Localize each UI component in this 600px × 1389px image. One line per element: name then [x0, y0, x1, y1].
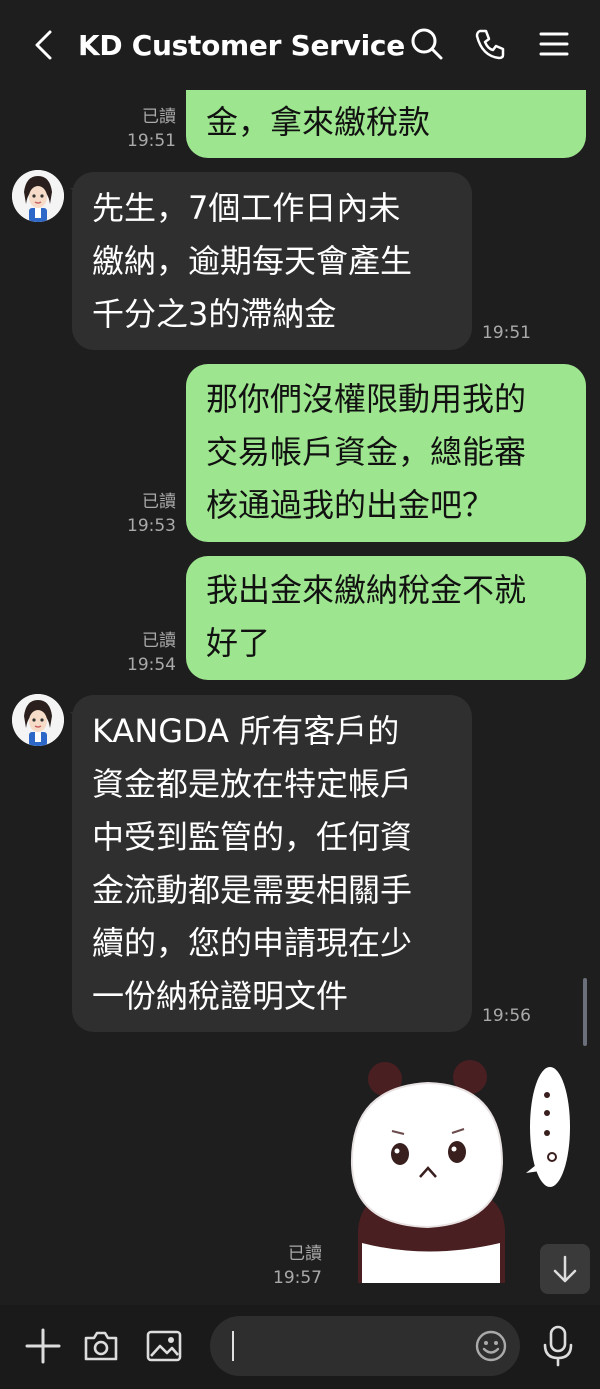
back-arrow-icon	[35, 30, 52, 60]
message-bubble-outgoing[interactable]: 那你們沒權限動用我的 交易帳戶資金，總能審 核通過我的出金吧？	[186, 364, 586, 542]
phone-icon	[475, 29, 505, 60]
message-time: 19:57	[273, 1268, 322, 1288]
read-receipt: 已讀	[142, 107, 176, 127]
search-icon	[411, 28, 443, 60]
avatar-icon	[12, 694, 64, 746]
read-receipt: 已讀	[142, 631, 176, 651]
search-button[interactable]	[407, 24, 447, 64]
camera-icon	[84, 1331, 118, 1361]
message-bubble-incoming[interactable]: 先生，7個工作日內未 繳納，逾期每天會產生 千分之3的滯納金	[72, 172, 472, 350]
message-input[interactable]	[210, 1316, 520, 1376]
emoji-button[interactable]	[474, 1329, 508, 1363]
chat-area: 已讀 19:51 金，拿來繳稅款 先生，7個工作日內未 繳納，逾期每天會產生 千…	[0, 0, 600, 1310]
message-time: 19:53	[127, 516, 176, 536]
message-time: 19:54	[127, 655, 176, 675]
text-caret	[232, 1331, 234, 1361]
message-time: 19:51	[127, 131, 176, 151]
chat-title: KD Customer Service	[78, 29, 405, 62]
image-icon	[146, 1330, 182, 1362]
message-time: 19:56	[482, 1006, 531, 1026]
add-button[interactable]	[22, 1325, 64, 1367]
emoji-icon	[475, 1330, 507, 1362]
voice-button[interactable]	[538, 1323, 578, 1369]
menu-icon	[539, 32, 569, 56]
message-time: 19:51	[482, 323, 531, 343]
read-receipt: 已讀	[142, 492, 176, 512]
agent-avatar[interactable]	[12, 170, 64, 222]
message-bubble-incoming[interactable]: KANGDA 所有客戶的 資金都是放在特定帳戶 中受到監管的，任何資 金流動都是…	[72, 695, 472, 1032]
message-meta: 已讀 19:54	[118, 629, 176, 677]
message-meta: 已讀 19:51	[118, 105, 176, 153]
message-bubble-outgoing[interactable]: 我出金來繳納稅金不就 好了	[186, 556, 586, 680]
image-button[interactable]	[143, 1325, 185, 1367]
menu-button[interactable]	[534, 24, 574, 64]
message-composer	[0, 1305, 600, 1389]
arrow-down-icon	[553, 1255, 577, 1283]
microphone-icon	[543, 1325, 573, 1367]
camera-button[interactable]	[80, 1325, 122, 1367]
call-button[interactable]	[470, 24, 510, 64]
read-receipt: 已讀	[288, 1244, 322, 1264]
message-meta: 已讀 19:57	[262, 1242, 322, 1290]
agent-avatar[interactable]	[12, 694, 64, 746]
avatar-icon	[12, 170, 64, 222]
scrollbar[interactable]	[583, 978, 587, 1046]
plus-icon	[25, 1328, 61, 1364]
chat-header: KD Customer Service	[0, 0, 600, 90]
scroll-to-bottom-button[interactable]	[540, 1244, 590, 1294]
message-meta: 已讀 19:53	[118, 490, 176, 538]
back-button[interactable]	[22, 22, 66, 68]
